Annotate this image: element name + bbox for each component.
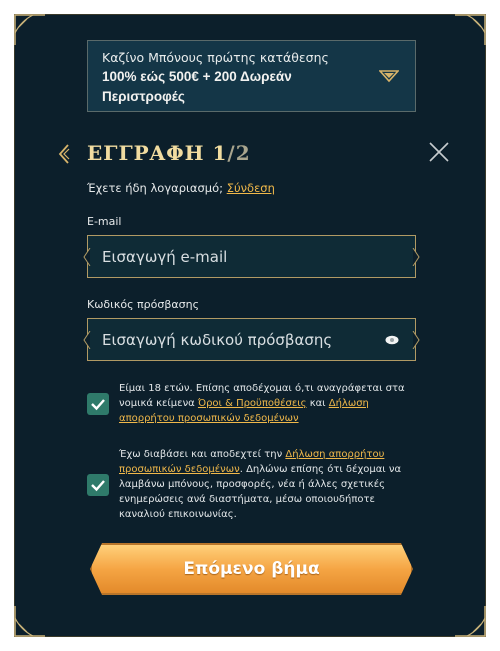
marketing-consent-text: Έχω διαβάσει και αποδεχτεί την Δήλωση απ… — [119, 449, 402, 520]
corner-ornament-icon — [13, 13, 47, 47]
registration-modal: Καζίνο Μπόνους πρώτης κατάθεσης 100% εώς… — [14, 14, 486, 637]
email-label: E-mail — [87, 215, 122, 228]
next-step-button[interactable]: Επόμενο βήμα — [90, 543, 413, 595]
bonus-offer: 100% εώς 500€ + 200 Δωρεάν Περιστροφές — [102, 69, 292, 104]
corner-ornament-icon — [13, 604, 47, 638]
next-step-label: Επόμενο βήμα — [183, 559, 320, 579]
password-label: Κωδικός πρόσβασης — [87, 298, 200, 311]
page-title: ΕΓΓΡΑΦΗ 1/2 — [87, 141, 251, 165]
password-field[interactable] — [88, 319, 415, 360]
login-prompt: Έχετε ήδη λογαριασμό; Σύνδεση — [87, 181, 275, 195]
corner-ornament-icon — [453, 604, 487, 638]
check-icon — [91, 480, 105, 492]
marketing-checkbox[interactable] — [87, 474, 109, 496]
terms-checkbox[interactable] — [87, 393, 109, 415]
eye-icon[interactable] — [385, 335, 399, 345]
bonus-selector[interactable]: Καζίνο Μπόνους πρώτης κατάθεσης 100% εώς… — [87, 40, 416, 112]
bonus-category: Καζίνο Μπόνους πρώτης κατάθεσης — [102, 50, 329, 65]
terms-link[interactable]: Όροι & Προϋποθέσεις — [198, 398, 307, 409]
terms-consent-text: Είμαι 18 ετών. Επίσης αποδέχομαι ό,τι αν… — [119, 383, 405, 424]
login-link[interactable]: Σύνδεση — [227, 181, 275, 195]
chevron-down-icon[interactable] — [379, 69, 399, 83]
close-icon[interactable] — [428, 141, 450, 163]
corner-ornament-icon — [453, 13, 487, 47]
check-icon — [91, 399, 105, 411]
password-field-wrapper — [83, 318, 420, 361]
email-field[interactable] — [88, 236, 415, 277]
step-total: /2 — [227, 141, 251, 165]
chevron-left-icon[interactable] — [57, 143, 71, 165]
email-field-wrapper — [83, 235, 420, 278]
title-text: ΕΓΓΡΑΦΗ 1 — [87, 141, 228, 165]
